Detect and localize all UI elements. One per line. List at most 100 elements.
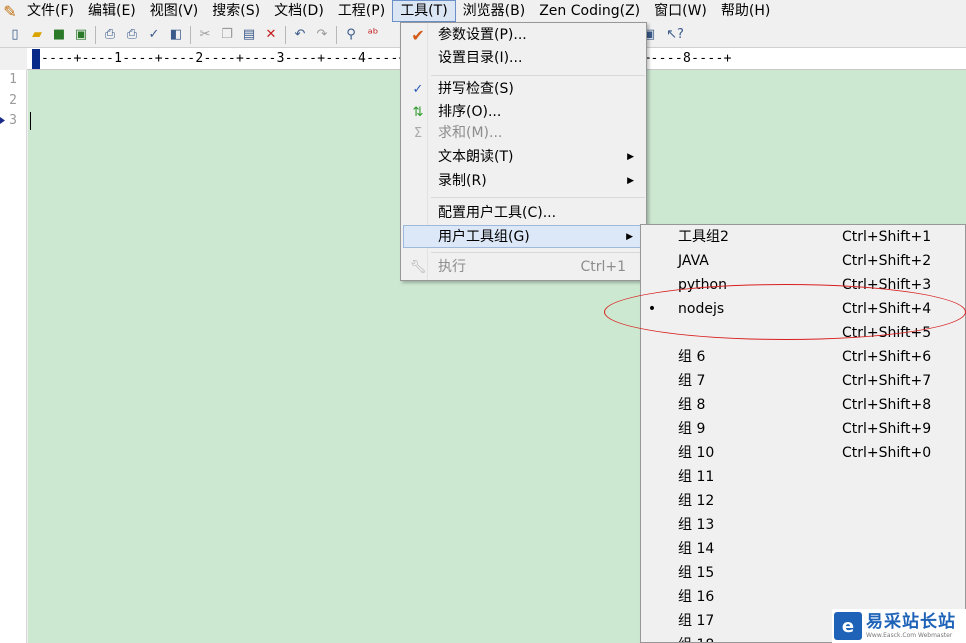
undo-icon[interactable]: ↶	[289, 24, 311, 46]
submenu-arrow-icon: ▶	[627, 152, 634, 162]
cut-icon[interactable]: ✂	[194, 24, 216, 46]
submenu-item-shortcut: Ctrl+Shift+9	[842, 421, 932, 437]
submenu-item-label: 组 14	[678, 541, 715, 557]
submenu-item-group[interactable]: 组 12	[641, 489, 965, 513]
save-all-icon[interactable]: ▣	[70, 24, 92, 46]
menu-item-record[interactable]: 录制(R) ▶	[403, 170, 644, 193]
ruler-cursor-marker	[32, 49, 40, 69]
spellcheck-icon[interactable]: ✓	[143, 24, 165, 46]
submenu-item-shortcut: Ctrl+Shift+6	[842, 349, 932, 365]
paste-icon[interactable]: ▤	[238, 24, 260, 46]
copy-icon[interactable]: ❐	[216, 24, 238, 46]
toolbar-separator	[95, 25, 96, 44]
submenu-item-label: 工具组2	[678, 229, 729, 245]
line-number: 2	[9, 93, 17, 108]
toolbar-separator	[285, 25, 286, 44]
help-cursor-icon[interactable]: ↖?	[664, 24, 686, 46]
submenu-arrow-icon: ▶	[626, 232, 633, 242]
submenu-item-group[interactable]: 组 9 Ctrl+Shift+9	[641, 417, 965, 441]
menu-document[interactable]: 文档(D)	[267, 0, 331, 22]
watermark-subtitle: Www.Easck.Com Webmaster	[866, 632, 953, 639]
submenu-item-group[interactable]: 组 10 Ctrl+Shift+0	[641, 441, 965, 465]
menu-tools[interactable]: 工具(T)	[392, 0, 456, 22]
submenu-item-label: 组 17	[678, 613, 715, 629]
menu-zen-coding[interactable]: Zen Coding(Z)	[532, 0, 647, 22]
submenu-item-shortcut: Ctrl+Shift+8	[842, 397, 932, 413]
print-icon[interactable]: ⎙	[121, 24, 143, 46]
menu-separator	[431, 75, 645, 76]
submenu-item-label: 组 11	[678, 469, 715, 485]
menu-file[interactable]: 文件(F)	[20, 0, 81, 22]
redo-icon[interactable]: ↷	[311, 24, 333, 46]
submenu-item-shortcut: Ctrl+Shift+2	[842, 253, 932, 269]
menu-item-execute[interactable]: 🔧︎ 执行 Ctrl+1	[403, 256, 644, 279]
find-icon[interactable]: ⚲	[340, 24, 362, 46]
menu-separator	[431, 197, 645, 198]
submenu-item-label: 组 12	[678, 493, 715, 509]
new-file-icon[interactable]: ▯	[4, 24, 26, 46]
menu-view[interactable]: 视图(V)	[143, 0, 206, 22]
menu-separator	[431, 252, 645, 253]
submenu-item-label: 组 15	[678, 565, 715, 581]
submenu-item-shortcut: Ctrl+Shift+0	[842, 445, 932, 461]
submenu-item-group[interactable]: 组 11	[641, 465, 965, 489]
submenu-item-label: 组 9	[678, 421, 706, 437]
wrench-icon: 🔧︎	[409, 260, 427, 275]
watermark: e 易采站长站 Www.Easck.Com Webmaster	[832, 609, 966, 643]
menu-item-set-directory[interactable]: 设置目录(I)...	[403, 47, 644, 70]
replace-icon[interactable]: ᵃᵇ	[362, 24, 384, 46]
easck-logo-icon: e	[834, 612, 862, 640]
text-caret	[30, 112, 31, 130]
menu-edit[interactable]: 编辑(E)	[81, 0, 143, 22]
toolbar-separator	[336, 25, 337, 44]
submenu-item-label: 组 8	[678, 397, 706, 413]
submenu-item-group[interactable]: 工具组2 Ctrl+Shift+1	[641, 225, 965, 249]
submenu-item-group[interactable]: 组 13	[641, 513, 965, 537]
sort-icon: ⇅	[412, 105, 424, 120]
submenu-item-group[interactable]: 组 14	[641, 537, 965, 561]
menu-browser[interactable]: 浏览器(B)	[456, 0, 533, 22]
submenu-item-label: JAVA	[678, 253, 709, 269]
menu-item-preferences[interactable]: ✔ 参数设置(P)...	[403, 24, 644, 47]
menu-item-sum[interactable]: Σ 求和(M)...	[403, 122, 644, 145]
delete-icon[interactable]: ✕	[260, 24, 282, 46]
menu-item-user-tool-groups[interactable]: 用户工具组(G) ▶	[403, 225, 644, 248]
tools-dropdown-menu: ✔ 参数设置(P)... 设置目录(I)... ✓ 拼写检查(S) ⇅ 排序(O…	[400, 22, 647, 281]
submenu-arrow-icon: ▶	[627, 176, 634, 186]
menu-project[interactable]: 工程(P)	[331, 0, 392, 22]
red-annotation-ellipse	[604, 284, 966, 340]
checkmark-icon: ✔	[411, 26, 425, 45]
line-number-gutter: 1 2 3	[0, 70, 27, 643]
menu-search[interactable]: 搜索(S)	[205, 0, 267, 22]
line-number: 1	[9, 72, 17, 87]
browser-view-icon[interactable]: ◧	[165, 24, 187, 46]
menu-item-sort[interactable]: ⇅ 排序(O)...	[403, 101, 644, 124]
submenu-item-shortcut: Ctrl+Shift+7	[842, 373, 932, 389]
submenu-item-group[interactable]: 组 7 Ctrl+Shift+7	[641, 369, 965, 393]
print-preview-icon[interactable]: ⎙	[99, 24, 121, 46]
menu-help[interactable]: 帮助(H)	[714, 0, 777, 22]
current-line-arrow-icon	[0, 117, 5, 124]
submenu-item-group[interactable]: 组 16	[641, 585, 965, 609]
menu-item-configure-user-tools[interactable]: 配置用户工具(C)...	[403, 202, 644, 225]
submenu-item-group[interactable]: 组 15	[641, 561, 965, 585]
spellcheck-icon: ✓	[412, 82, 424, 97]
toolbar-separator	[190, 25, 191, 44]
submenu-item-label: 组 6	[678, 349, 706, 365]
submenu-item-group[interactable]: 组 6 Ctrl+Shift+6	[641, 345, 965, 369]
submenu-item-group[interactable]: 组 8 Ctrl+Shift+8	[641, 393, 965, 417]
menu-bar: ✎ 文件(F) 编辑(E) 视图(V) 搜索(S) 文档(D) 工程(P) 工具…	[0, 0, 966, 22]
watermark-title: 易采站长站	[866, 612, 956, 632]
submenu-item-group[interactable]: JAVA Ctrl+Shift+2	[641, 249, 965, 273]
menu-window[interactable]: 窗口(W)	[647, 0, 714, 22]
menu-item-spellcheck[interactable]: ✓ 拼写检查(S)	[403, 78, 644, 101]
submenu-item-label: 组 10	[678, 445, 715, 461]
open-folder-icon[interactable]: ▰	[26, 24, 48, 46]
menu-item-text-to-speech[interactable]: 文本朗读(T) ▶	[403, 146, 644, 169]
pencil-app-icon: ✎	[3, 1, 17, 21]
save-icon[interactable]: ■	[48, 24, 70, 46]
submenu-item-label: 组 18	[678, 633, 714, 642]
submenu-item-shortcut: Ctrl+Shift+1	[842, 229, 932, 245]
submenu-item-label: 组 7	[678, 373, 706, 389]
line-number: 3	[9, 113, 17, 128]
